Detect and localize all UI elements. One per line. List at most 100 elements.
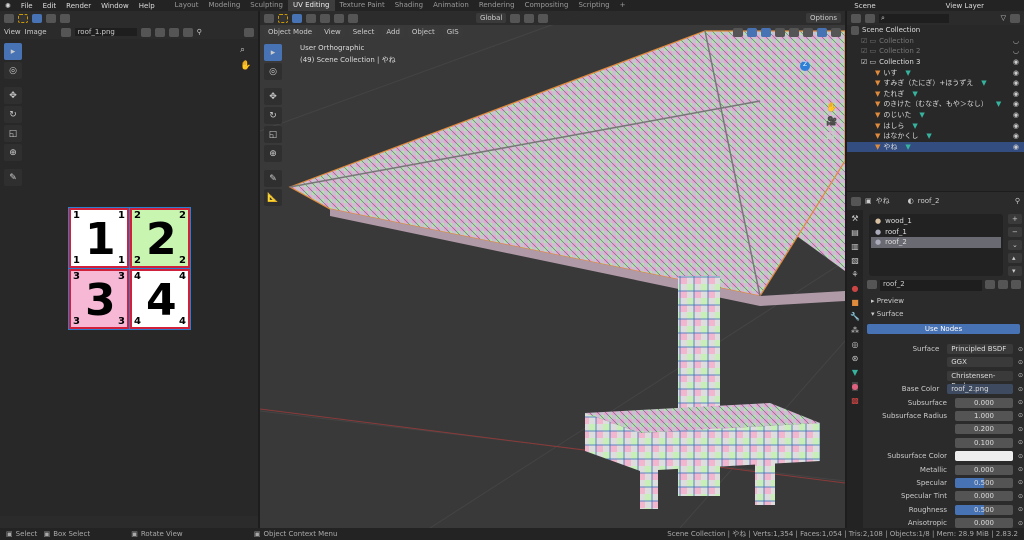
view-layer-tab-icon[interactable]: ▧ <box>851 256 859 265</box>
socket-icon[interactable]: ⊙ <box>1018 412 1023 419</box>
property-field[interactable]: 0.000 <box>954 464 1013 475</box>
visibility-icon[interactable] <box>733 27 743 37</box>
property-field[interactable]: roof_2.png <box>947 384 1013 395</box>
ortho-toggle-icon[interactable]: ▦ <box>826 131 837 141</box>
property-field[interactable]: 0.000 <box>954 491 1013 502</box>
property-field[interactable]: GGX <box>947 357 1013 368</box>
uv-canvas[interactable]: ▸ ◎ ✥ ↻ ◱ ⊕ ✎ ⌕ ✋ 11111 22222 33333 4444… <box>0 39 258 516</box>
outliner-object-row[interactable]: ▼ はしら ▼ ◉ <box>847 120 1024 131</box>
image-name-field[interactable]: roof_1.png <box>74 28 137 36</box>
move-tool-icon[interactable]: ✥ <box>4 87 22 104</box>
eye-icon[interactable]: ◉ <box>1013 58 1019 66</box>
property-field[interactable]: 0.000 <box>954 518 1013 529</box>
pan-view-icon[interactable]: ✋ <box>826 103 837 113</box>
tab-shading[interactable]: Shading <box>390 0 428 11</box>
select-tool-icon[interactable] <box>278 13 288 23</box>
collection-row[interactable]: ☑ ▭ Collection 3 ◉ <box>847 57 1024 68</box>
tab-compositing[interactable]: Compositing <box>520 0 574 11</box>
vp-menu-object[interactable]: Object <box>407 27 439 37</box>
zoom-view-icon[interactable]: ⌕ <box>826 89 837 99</box>
tab-uv-editing[interactable]: UV Editing <box>287 0 335 11</box>
tab-scripting[interactable]: Scripting <box>573 0 614 11</box>
blender-logo-icon[interactable]: ✺ <box>0 2 16 10</box>
slot-specials-button[interactable]: ⌄ <box>1008 240 1022 250</box>
property-field[interactable] <box>954 451 1013 462</box>
output-tab-icon[interactable]: ▥ <box>851 242 859 251</box>
editor-type-icon[interactable] <box>264 13 274 23</box>
eye-icon[interactable]: ◉ <box>1013 111 1019 119</box>
outliner-search-input[interactable]: ⌕ <box>879 13 949 23</box>
property-field[interactable]: Principled BSDF <box>947 344 1013 354</box>
collection-row[interactable]: ☑ ▭ Collection ◡ <box>847 36 1024 47</box>
menu-render[interactable]: Render <box>61 2 96 10</box>
select-mode-subtract-icon[interactable] <box>60 13 70 23</box>
menu-window[interactable]: Window <box>96 2 134 10</box>
socket-icon[interactable]: ⊙ <box>1018 346 1023 353</box>
scene-collection-row[interactable]: Scene Collection <box>847 25 1024 36</box>
scale-tool-icon[interactable]: ◱ <box>264 126 282 143</box>
annotate-tool-icon[interactable]: ✎ <box>4 169 22 186</box>
select-mode-new-icon[interactable] <box>292 13 302 23</box>
material-slot-selected[interactable]: ● roof_2 <box>871 237 1001 248</box>
particles-tab-icon[interactable]: ⁂ <box>851 326 859 335</box>
vp-menu-view[interactable]: View <box>320 27 345 37</box>
uv-menu-view[interactable]: View <box>4 28 21 36</box>
material-name-field[interactable]: roof_2 <box>880 280 982 291</box>
collection-row[interactable]: ☑ ▭ Collection 2 ◡ <box>847 46 1024 57</box>
unlink-image-icon[interactable] <box>182 27 193 37</box>
hide-icon[interactable]: ◡ <box>1013 37 1019 45</box>
socket-icon[interactable]: ⊙ <box>1018 372 1023 379</box>
eye-icon[interactable]: ◉ <box>1013 132 1019 140</box>
eye-icon[interactable]: ◉ <box>1013 90 1019 98</box>
property-field[interactable]: 0.500 <box>954 504 1013 515</box>
property-field[interactable]: 0.200 <box>954 424 1013 435</box>
property-field[interactable]: 0.000 <box>954 397 1013 408</box>
eye-icon[interactable]: ◉ <box>1013 79 1019 87</box>
vp-menu-add[interactable]: Add <box>382 27 404 37</box>
zoom-view-icon[interactable]: ⌕ <box>240 45 245 55</box>
property-field[interactable]: 0.100 <box>954 437 1013 448</box>
socket-icon[interactable]: ⊙ <box>1018 493 1023 500</box>
rotate-tool-icon[interactable]: ↻ <box>4 106 22 123</box>
move-tool-icon[interactable]: ✥ <box>264 88 282 105</box>
display-mode-icon[interactable] <box>865 13 875 23</box>
snap-icon[interactable] <box>524 13 535 23</box>
use-nodes-button[interactable]: Use Nodes <box>867 324 1020 334</box>
socket-icon[interactable]: ⊙ <box>1018 399 1023 406</box>
eye-icon[interactable]: ◉ <box>1013 122 1019 130</box>
socket-icon[interactable]: ⊙ <box>1018 506 1023 513</box>
tab-animation[interactable]: Animation <box>428 0 474 11</box>
navigation-gizmo-z[interactable]: Z <box>800 61 810 71</box>
pivot-point-icon[interactable] <box>510 13 521 23</box>
outliner-object-row[interactable]: ▼ のじいた ▼ ◉ <box>847 110 1024 121</box>
outliner-object-row[interactable]: ▼ やね ▼ ◉ <box>847 141 1024 153</box>
surface-panel-header[interactable]: ▾ Surface <box>871 310 903 318</box>
select-tool-icon[interactable]: ▸ <box>4 43 22 60</box>
socket-icon[interactable]: ⊙ <box>1018 426 1023 433</box>
rotate-tool-icon[interactable]: ↻ <box>264 107 282 124</box>
outliner-object-row[interactable]: ▼ はなかくし ▼ ◉ <box>847 131 1024 142</box>
outliner-object-row[interactable]: ▼ いす ▼ ◉ <box>847 67 1024 78</box>
menu-file[interactable]: File <box>16 2 38 10</box>
rendered-shading-icon[interactable] <box>831 27 841 37</box>
preview-panel-header[interactable]: ▸ Preview <box>871 297 904 305</box>
3d-viewport[interactable]: Global Options Object Mode View Select A… <box>260 11 845 528</box>
tab-modeling[interactable]: Modeling <box>203 0 245 11</box>
pin-icon[interactable]: ⚲ <box>197 28 202 36</box>
select-tool-icon[interactable]: ▸ <box>264 44 282 61</box>
select-mode-subtract-icon[interactable] <box>320 13 330 23</box>
tab-layout[interactable]: Layout <box>170 0 204 11</box>
select-mode-extend-icon[interactable] <box>46 13 56 23</box>
proportional-edit-icon[interactable] <box>538 13 549 23</box>
socket-icon[interactable]: ⊙ <box>1018 439 1023 446</box>
editor-type-icon[interactable] <box>851 13 861 23</box>
socket-icon[interactable]: ⊙ <box>1018 359 1023 366</box>
transform-orientation-dropdown[interactable]: Global <box>476 13 507 23</box>
outliner-object-row[interactable]: ▼ のきけた（むなぎ、もや＞なし） ▼ ◉ <box>847 99 1024 110</box>
material-browse-icon[interactable] <box>867 280 877 289</box>
property-field[interactable]: 0.500 <box>954 477 1013 488</box>
camera-view-icon[interactable]: 🎥 <box>826 117 837 127</box>
socket-icon[interactable]: ⊙ <box>1018 466 1023 473</box>
select-mode-intersect-icon[interactable] <box>348 13 358 23</box>
image-browse-icon[interactable] <box>60 27 71 37</box>
